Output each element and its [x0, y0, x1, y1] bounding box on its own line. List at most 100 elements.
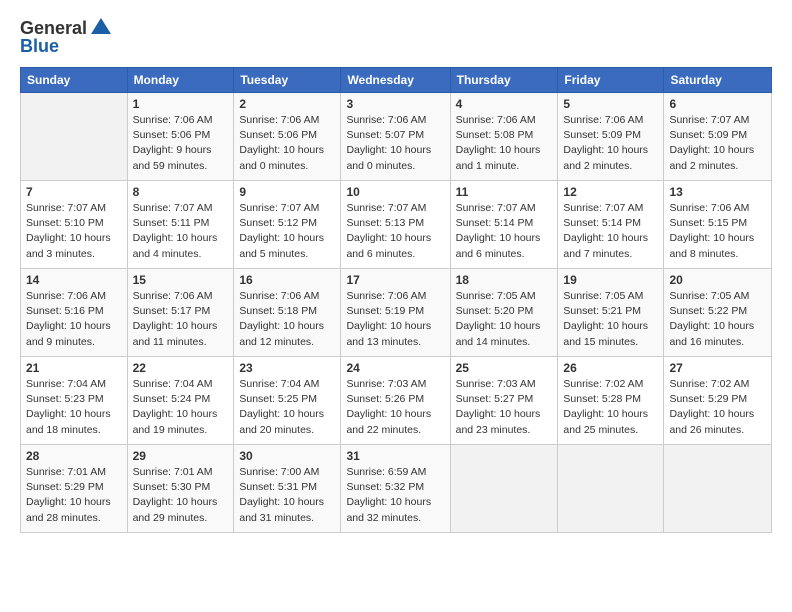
calendar-cell: 4Sunrise: 7:06 AM Sunset: 5:08 PM Daylig…	[450, 93, 558, 181]
day-number: 8	[133, 185, 229, 199]
day-number: 1	[133, 97, 229, 111]
day-header-sunday: Sunday	[21, 68, 128, 93]
calendar-cell: 23Sunrise: 7:04 AM Sunset: 5:25 PM Dayli…	[234, 357, 341, 445]
page: General Blue SundayMondayTuesdayWednesda…	[0, 0, 792, 612]
day-number: 14	[26, 273, 122, 287]
day-number: 20	[669, 273, 766, 287]
calendar-cell: 18 Sunrise: 7:05 AM Sunset: 5:20 PM Dayli…	[450, 269, 558, 357]
day-number: 21	[26, 361, 122, 375]
calendar-cell: 17Sunrise: 7:06 AM Sunset: 5:19 PM Dayli…	[341, 269, 450, 357]
header: General Blue	[20, 16, 772, 57]
calendar-week-4: 21 Sunrise: 7:04 AM Sunset: 5:23 PM Dayli…	[21, 357, 772, 445]
day-info: Sunrise: 6:59 AM Sunset: 5:32 PM Dayligh…	[346, 465, 444, 526]
day-number: 29	[133, 449, 229, 463]
calendar-cell	[450, 445, 558, 533]
calendar-cell	[664, 445, 772, 533]
day-info: Sunrise: 7:07 AM Sunset: 5:13 PM Dayligh…	[346, 201, 444, 262]
day-info: Sunrise: 7:06 AM Sunset: 5:15 PM Dayligh…	[669, 201, 766, 262]
day-header-friday: Friday	[558, 68, 664, 93]
day-number: 30	[239, 449, 335, 463]
calendar-cell: 11Sunrise: 7:07 AM Sunset: 5:14 PM Dayli…	[450, 181, 558, 269]
calendar-cell: 12 Sunrise: 7:07 AM Sunset: 5:14 PM Dayli…	[558, 181, 664, 269]
calendar-week-2: 7 Sunrise: 7:07 AM Sunset: 5:10 PM Daylig…	[21, 181, 772, 269]
day-number: 2	[239, 97, 335, 111]
calendar-cell: 3 Sunrise: 7:06 AM Sunset: 5:07 PM Daylig…	[341, 93, 450, 181]
day-info: Sunrise: 7:06 AM Sunset: 5:09 PM Dayligh…	[563, 113, 658, 174]
calendar-cell: 26 Sunrise: 7:02 AM Sunset: 5:28 PM Dayli…	[558, 357, 664, 445]
calendar-cell: 16 Sunrise: 7:06 AM Sunset: 5:18 PM Dayli…	[234, 269, 341, 357]
day-info: Sunrise: 7:06 AM Sunset: 5:16 PM Dayligh…	[26, 289, 122, 350]
calendar-week-5: 28 Sunrise: 7:01 AM Sunset: 5:29 PM Dayli…	[21, 445, 772, 533]
day-info: Sunrise: 7:01 AM Sunset: 5:30 PM Dayligh…	[133, 465, 229, 526]
day-header-saturday: Saturday	[664, 68, 772, 93]
day-number: 19	[563, 273, 658, 287]
day-number: 12	[563, 185, 658, 199]
day-info: Sunrise: 7:03 AM Sunset: 5:27 PM Dayligh…	[456, 377, 553, 438]
day-info: Sunrise: 7:07 AM Sunset: 5:14 PM Dayligh…	[563, 201, 658, 262]
calendar-cell: 13 Sunrise: 7:06 AM Sunset: 5:15 PM Dayli…	[664, 181, 772, 269]
calendar-cell	[21, 93, 128, 181]
logo-icon	[89, 16, 113, 40]
day-number: 23	[239, 361, 335, 375]
day-number: 9	[239, 185, 335, 199]
day-number: 13	[669, 185, 766, 199]
calendar-cell: 28 Sunrise: 7:01 AM Sunset: 5:29 PM Dayli…	[21, 445, 128, 533]
calendar-cell: 15 Sunrise: 7:06 AM Sunset: 5:17 PM Dayli…	[127, 269, 234, 357]
day-info: Sunrise: 7:02 AM Sunset: 5:29 PM Dayligh…	[669, 377, 766, 438]
calendar-cell: 2 Sunrise: 7:06 AM Sunset: 5:06 PM Daylig…	[234, 93, 341, 181]
day-info: Sunrise: 7:07 AM Sunset: 5:09 PM Dayligh…	[669, 113, 766, 174]
day-info: Sunrise: 7:00 AM Sunset: 5:31 PM Dayligh…	[239, 465, 335, 526]
calendar-cell: 19 Sunrise: 7:05 AM Sunset: 5:21 PM Dayli…	[558, 269, 664, 357]
day-info: Sunrise: 7:04 AM Sunset: 5:24 PM Dayligh…	[133, 377, 229, 438]
day-info: Sunrise: 7:02 AM Sunset: 5:28 PM Dayligh…	[563, 377, 658, 438]
day-number: 6	[669, 97, 766, 111]
day-info: Sunrise: 7:01 AM Sunset: 5:29 PM Dayligh…	[26, 465, 122, 526]
day-number: 28	[26, 449, 122, 463]
calendar-cell: 8Sunrise: 7:07 AM Sunset: 5:11 PM Daylig…	[127, 181, 234, 269]
day-header-tuesday: Tuesday	[234, 68, 341, 93]
day-number: 7	[26, 185, 122, 199]
day-info: Sunrise: 7:06 AM Sunset: 5:19 PM Dayligh…	[346, 289, 444, 350]
day-number: 15	[133, 273, 229, 287]
day-info: Sunrise: 7:04 AM Sunset: 5:23 PM Dayligh…	[26, 377, 122, 438]
day-info: Sunrise: 7:05 AM Sunset: 5:20 PM Dayligh…	[456, 289, 553, 350]
calendar-week-3: 14 Sunrise: 7:06 AM Sunset: 5:16 PM Dayli…	[21, 269, 772, 357]
day-number: 5	[563, 97, 658, 111]
calendar: SundayMondayTuesdayWednesdayThursdayFrid…	[20, 67, 772, 533]
calendar-cell: 1 Sunrise: 7:06 AM Sunset: 5:06 PM Daylig…	[127, 93, 234, 181]
calendar-cell: 6 Sunrise: 7:07 AM Sunset: 5:09 PM Daylig…	[664, 93, 772, 181]
calendar-cell: 24Sunrise: 7:03 AM Sunset: 5:26 PM Dayli…	[341, 357, 450, 445]
day-info: Sunrise: 7:06 AM Sunset: 5:07 PM Dayligh…	[346, 113, 444, 174]
day-info: Sunrise: 7:07 AM Sunset: 5:10 PM Dayligh…	[26, 201, 122, 262]
day-info: Sunrise: 7:06 AM Sunset: 5:06 PM Dayligh…	[133, 113, 229, 174]
day-number: 24	[346, 361, 444, 375]
calendar-cell: 30 Sunrise: 7:00 AM Sunset: 5:31 PM Dayli…	[234, 445, 341, 533]
calendar-cell: 9 Sunrise: 7:07 AM Sunset: 5:12 PM Daylig…	[234, 181, 341, 269]
day-number: 31	[346, 449, 444, 463]
day-number: 18	[456, 273, 553, 287]
calendar-cell: 5 Sunrise: 7:06 AM Sunset: 5:09 PM Daylig…	[558, 93, 664, 181]
calendar-header-row: SundayMondayTuesdayWednesdayThursdayFrid…	[21, 68, 772, 93]
calendar-cell: 29 Sunrise: 7:01 AM Sunset: 5:30 PM Dayli…	[127, 445, 234, 533]
calendar-cell: 22Sunrise: 7:04 AM Sunset: 5:24 PM Dayli…	[127, 357, 234, 445]
day-info: Sunrise: 7:06 AM Sunset: 5:17 PM Dayligh…	[133, 289, 229, 350]
day-number: 25	[456, 361, 553, 375]
calendar-cell	[558, 445, 664, 533]
day-header-monday: Monday	[127, 68, 234, 93]
day-number: 11	[456, 185, 553, 199]
calendar-cell: 27Sunrise: 7:02 AM Sunset: 5:29 PM Dayli…	[664, 357, 772, 445]
calendar-cell: 7 Sunrise: 7:07 AM Sunset: 5:10 PM Daylig…	[21, 181, 128, 269]
calendar-cell: 14 Sunrise: 7:06 AM Sunset: 5:16 PM Dayli…	[21, 269, 128, 357]
day-number: 10	[346, 185, 444, 199]
day-info: Sunrise: 7:05 AM Sunset: 5:21 PM Dayligh…	[563, 289, 658, 350]
day-number: 3	[346, 97, 444, 111]
calendar-week-1: 1 Sunrise: 7:06 AM Sunset: 5:06 PM Daylig…	[21, 93, 772, 181]
day-info: Sunrise: 7:07 AM Sunset: 5:12 PM Dayligh…	[239, 201, 335, 262]
day-number: 16	[239, 273, 335, 287]
day-info: Sunrise: 7:06 AM Sunset: 5:06 PM Dayligh…	[239, 113, 335, 174]
calendar-cell: 10 Sunrise: 7:07 AM Sunset: 5:13 PM Dayli…	[341, 181, 450, 269]
day-info: Sunrise: 7:06 AM Sunset: 5:18 PM Dayligh…	[239, 289, 335, 350]
day-number: 26	[563, 361, 658, 375]
calendar-cell: 20Sunrise: 7:05 AM Sunset: 5:22 PM Dayli…	[664, 269, 772, 357]
logo: General Blue	[20, 16, 113, 57]
